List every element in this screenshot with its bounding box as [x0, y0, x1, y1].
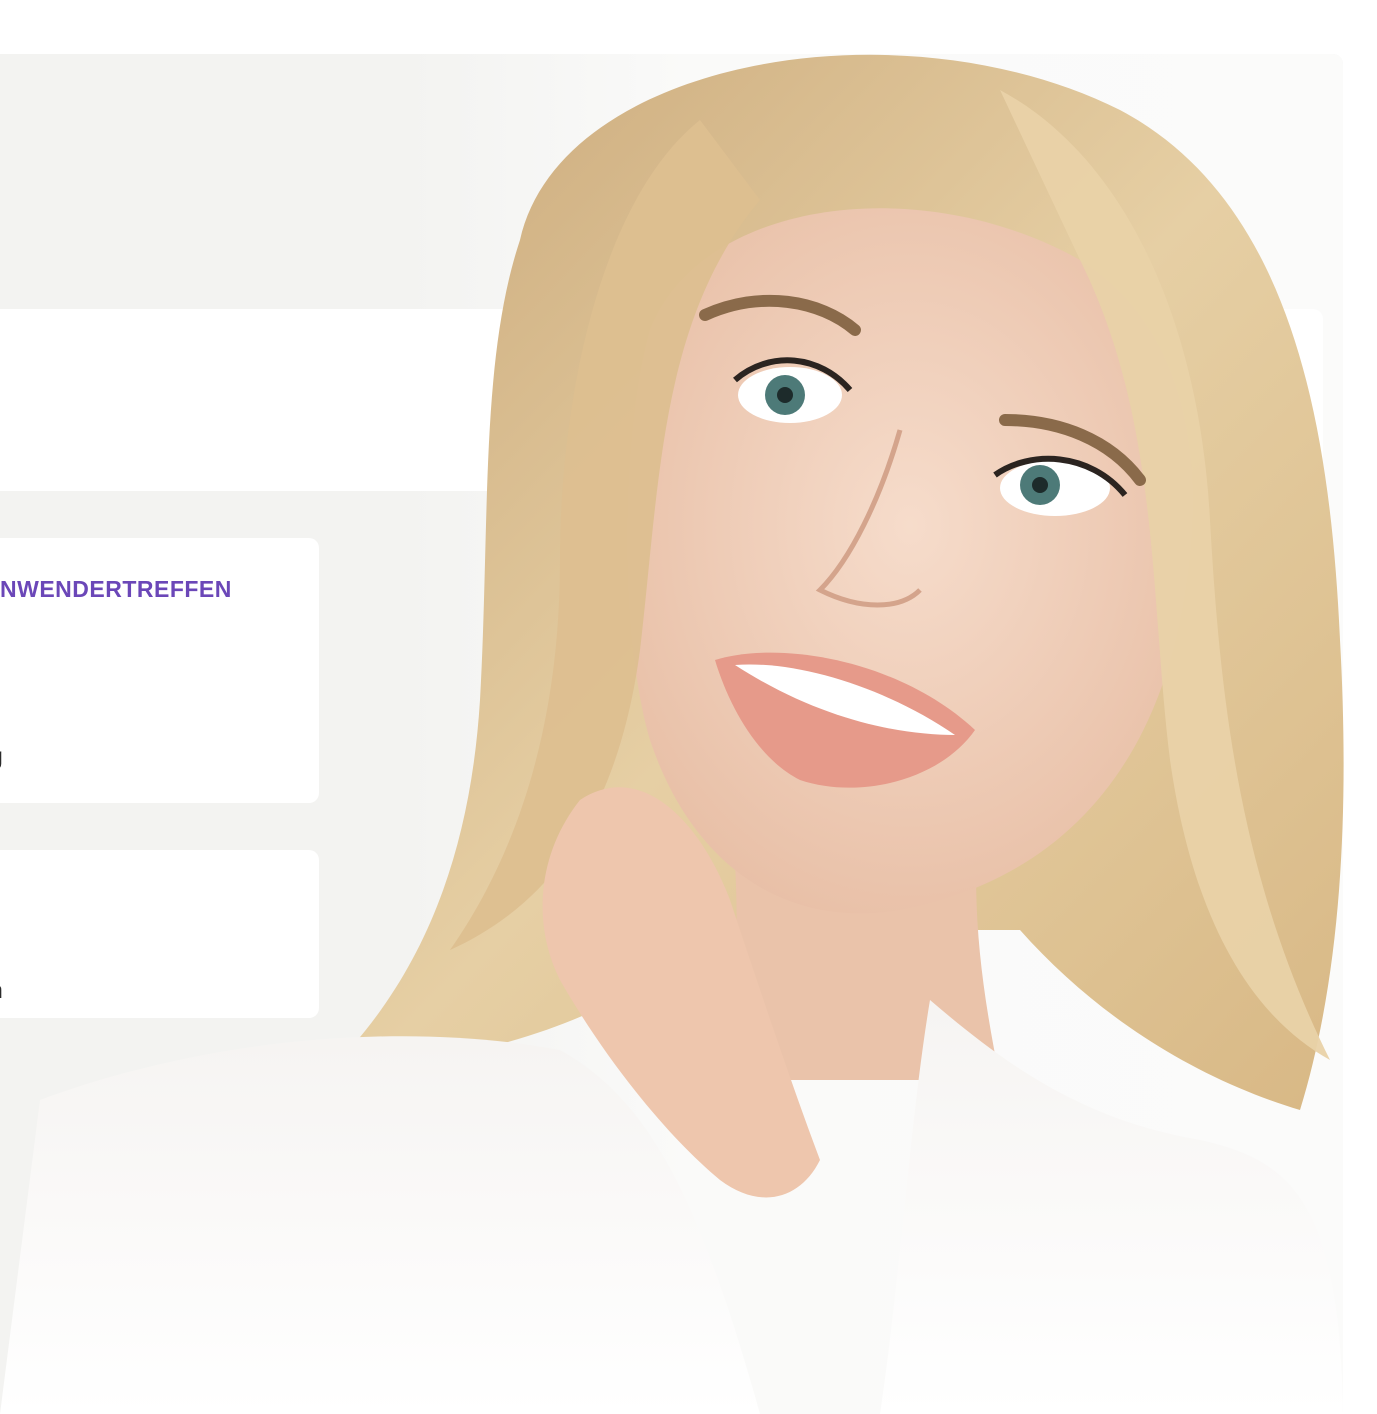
dot-leader: ......................: [685, 662, 830, 684]
online-badge: ONLINE: [836, 662, 946, 687]
event-card-online[interactable]: h ................... ONLINE: [0, 850, 939, 1018]
dot-leader: ...................: [706, 981, 831, 1003]
event-title: NWENDERTREFFEN: [0, 576, 232, 602]
online-badge: ONLINE: [836, 981, 947, 1006]
card-text-fragment: g: [0, 743, 3, 770]
event-card-meeting[interactable]: NWENDERTREFFEN ...................... ON…: [0, 538, 938, 803]
backdrop-highlight: [408, 54, 1343, 1414]
location-row: h ................... ONLINE: [0, 977, 946, 1006]
dot-leader: ........................: [697, 426, 855, 448]
city-row: ........................ Moskau: [0, 422, 947, 449]
page: ........................ Moskau NWENDERT…: [0, 0, 1377, 1414]
event-card-moscow[interactable]: ........................ Moskau: [0, 309, 1323, 491]
city-name: Moskau: [861, 422, 947, 448]
location-row: ...................... ONLINE: [0, 662, 946, 687]
